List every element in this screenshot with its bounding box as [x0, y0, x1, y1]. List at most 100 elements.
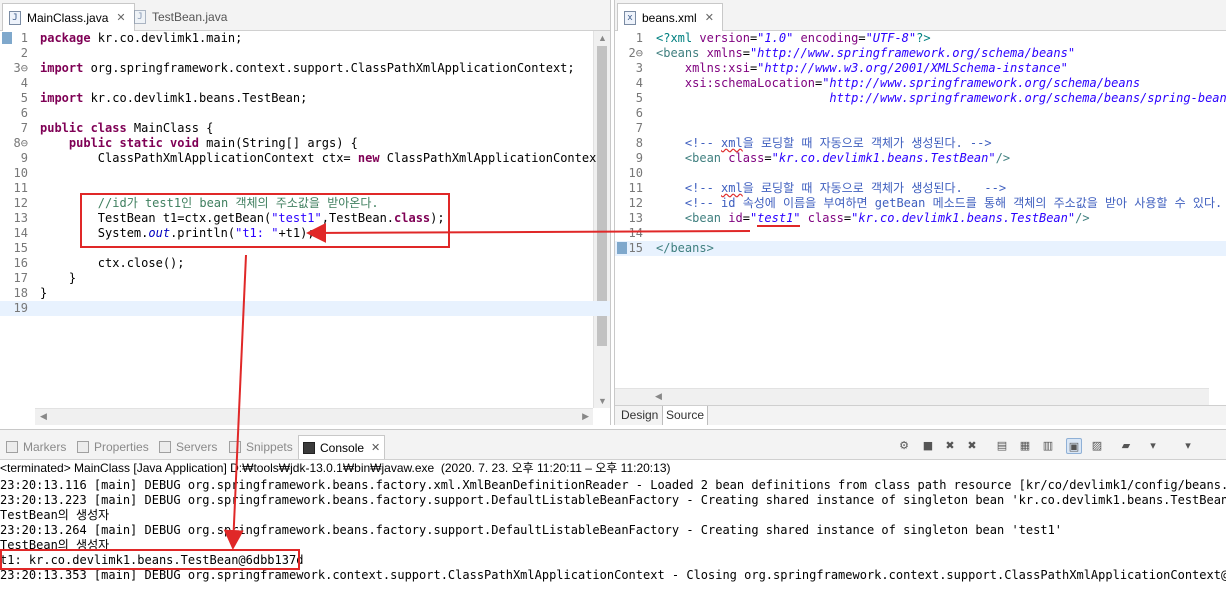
line-number: 14: [628, 226, 643, 240]
horizontal-scrollbar[interactable]: ◀: [615, 388, 1209, 405]
code-line: 1 <?xml version="1.0" encoding="UTF-8"?>: [615, 31, 1226, 46]
code-line: 7 public class MainClass {: [0, 121, 610, 136]
line-number: 9: [20, 151, 28, 165]
tab-mainclass-java[interactable]: J MainClass.java ✕: [2, 3, 135, 31]
terminate-icon[interactable]: ■: [920, 438, 936, 454]
code-line: 1 package kr.co.devlimk1.main;: [0, 31, 610, 46]
code-line: 18}: [0, 286, 610, 301]
line-number: 5: [20, 91, 28, 105]
line-number: 11: [628, 181, 643, 195]
tab-snippets[interactable]: Snippets: [225, 435, 297, 459]
scroll-lock-icon[interactable]: ▤: [994, 438, 1010, 454]
show-stdout-icon[interactable]: ▥: [1040, 438, 1056, 454]
code-text: <?xml version="1.0" encoding="UTF-8"?>: [656, 31, 931, 45]
horizontal-scrollbar[interactable]: ◀ ▶: [35, 408, 593, 425]
code-text: xmlns:xsi="http://www.w3.org/2001/XMLSch…: [684, 61, 1068, 75]
open-console-icon[interactable]: ▾: [1145, 438, 1161, 454]
code-text: <bean id="test1" class="kr.co.devlimk1.b…: [684, 211, 1090, 225]
code-text: </beans>: [656, 241, 714, 255]
code-line: 4 xsi:schemaLocation="http://www.springf…: [615, 76, 1226, 91]
code-line: 3⊖ import org.springframework.context.sup…: [0, 61, 610, 76]
tab-label: Snippets: [246, 440, 293, 454]
line-number: 4: [635, 76, 643, 90]
code-text: <beans xmlns="http://www.springframework…: [656, 46, 1076, 60]
code-text: TestBean t1=ctx.getBean("test1",TestBean…: [40, 211, 445, 225]
remove-all-icon[interactable]: ✖: [964, 438, 980, 454]
code-line: 7: [615, 121, 1226, 136]
line-number: 5: [635, 91, 643, 105]
tab-design[interactable]: Design: [618, 406, 661, 425]
line-number: 1: [20, 31, 28, 45]
display-console-icon[interactable]: ▰: [1118, 438, 1134, 454]
code-line: 3 xmlns:xsi="http://www.w3.org/2001/XMLS…: [615, 61, 1226, 76]
console-view: Markers Properties Servers Snippets Cons…: [0, 429, 1226, 592]
scroll-left-icon[interactable]: ◀: [40, 411, 47, 422]
code-line: 5 import kr.co.devlimk1.beans.TestBean;: [0, 91, 610, 106]
line-number: 13: [13, 211, 28, 225]
scroll-down-icon[interactable]: ▼: [598, 396, 607, 406]
xml-editor-pane: x beans.xml ✕ ◀ 1 <?xml version="1.0" enc…: [614, 0, 1226, 425]
code-line: 13 <bean id="test1" class="kr.co.devlimk…: [615, 211, 1226, 226]
close-icon[interactable]: ✕: [116, 11, 125, 24]
line-number: 12: [628, 196, 643, 210]
line-number: 7: [635, 121, 643, 135]
close-icon[interactable]: ✕: [705, 11, 714, 24]
line-number: 17: [13, 271, 28, 285]
java-code-area[interactable]: ▲ ▼ ◀ ▶ 1 package kr.co.devlimk1.main; 2 3⊖…: [0, 31, 610, 425]
line-number: 11: [13, 181, 28, 195]
code-line: 15: [0, 241, 610, 256]
bookmark-marker: [617, 242, 627, 254]
code-line: 13 TestBean t1=ctx.getBean("test1",TestB…: [0, 211, 610, 226]
line-number: 10: [628, 166, 643, 180]
code-line: 9 ClassPathXmlApplicationContext ctx= ne…: [0, 151, 610, 166]
console-line: 23:20:13.223 [main] DEBUG org.springfram…: [0, 493, 1226, 507]
view-menu-icon[interactable]: ▾: [1180, 438, 1196, 454]
remove-launch-icon[interactable]: ✖: [942, 438, 958, 454]
close-icon[interactable]: ✕: [371, 441, 380, 454]
code-line: 5 http://www.springframework.org/schema/…: [615, 91, 1226, 106]
java-editor-tabbar: J MainClass.java ✕ J TestBean.java: [0, 0, 610, 31]
code-text: import org.springframework.context.suppo…: [40, 61, 575, 75]
properties-icon: [77, 441, 89, 453]
line-number: 3⊖: [13, 61, 28, 75]
tab-label: Markers: [23, 440, 67, 454]
code-line: 11 <!-- xml을 로딩할 때 자동으로 객체가 생성된다. -->: [615, 181, 1226, 196]
code-line: 19: [0, 301, 610, 316]
line-number: 6: [635, 106, 643, 120]
line-number: 3: [635, 61, 643, 75]
line-number: 18: [13, 286, 28, 300]
code-text: import kr.co.devlimk1.beans.TestBean;: [40, 91, 308, 105]
code-line: 12 //id가 test1인 bean 객체의 주소값을 받아온다.: [0, 196, 610, 211]
tab-beans-xml[interactable]: x beans.xml ✕: [617, 3, 723, 31]
tab-console[interactable]: Console ✕: [298, 435, 386, 459]
xml-code-area[interactable]: ◀ 1 <?xml version="1.0" encoding="UTF-8"?…: [615, 31, 1226, 405]
line-number: 12: [13, 196, 28, 210]
code-text: <!-- xml을 로딩할 때 자동으로 객체가 생성된다. -->: [684, 136, 992, 150]
code-line: 8 <!-- xml을 로딩할 때 자동으로 객체가 생성된다. -->: [615, 136, 1226, 151]
code-line: 4: [0, 76, 610, 91]
code-line: 6: [0, 106, 610, 121]
scroll-right-icon[interactable]: ▶: [582, 411, 589, 422]
code-line: 14 System.out.println("t1: "+t1);: [0, 226, 610, 241]
scroll-left-icon[interactable]: ◀: [655, 391, 662, 402]
tab-markers[interactable]: Markers: [2, 435, 70, 459]
line-number: 4: [20, 76, 28, 90]
tab-label: Servers: [176, 440, 218, 454]
code-text: }: [40, 286, 48, 300]
word-wrap-icon[interactable]: ▦: [1017, 438, 1033, 454]
tab-label: Properties: [94, 440, 149, 454]
tab-testbean-java[interactable]: J TestBean.java: [128, 3, 235, 31]
xml-editor-tabbar: x beans.xml ✕: [615, 0, 1226, 31]
tab-source[interactable]: Source: [662, 406, 709, 425]
show-stderr-icon[interactable]: ▣: [1066, 438, 1082, 454]
xml-file-icon: x: [624, 10, 636, 25]
pin-console-icon[interactable]: ▨: [1089, 438, 1105, 454]
code-text: package kr.co.devlimk1.main;: [40, 31, 243, 45]
java-file-icon: J: [9, 10, 21, 25]
tab-properties[interactable]: Properties: [73, 435, 153, 459]
tab-servers[interactable]: Servers: [155, 435, 221, 459]
line-number: 13: [628, 211, 643, 225]
java-editor-pane: J MainClass.java ✕ J TestBean.java ▲ ▼ ◀…: [0, 0, 611, 425]
java-file-icon: J: [134, 10, 146, 24]
debug-icon[interactable]: ⚙: [896, 438, 912, 454]
